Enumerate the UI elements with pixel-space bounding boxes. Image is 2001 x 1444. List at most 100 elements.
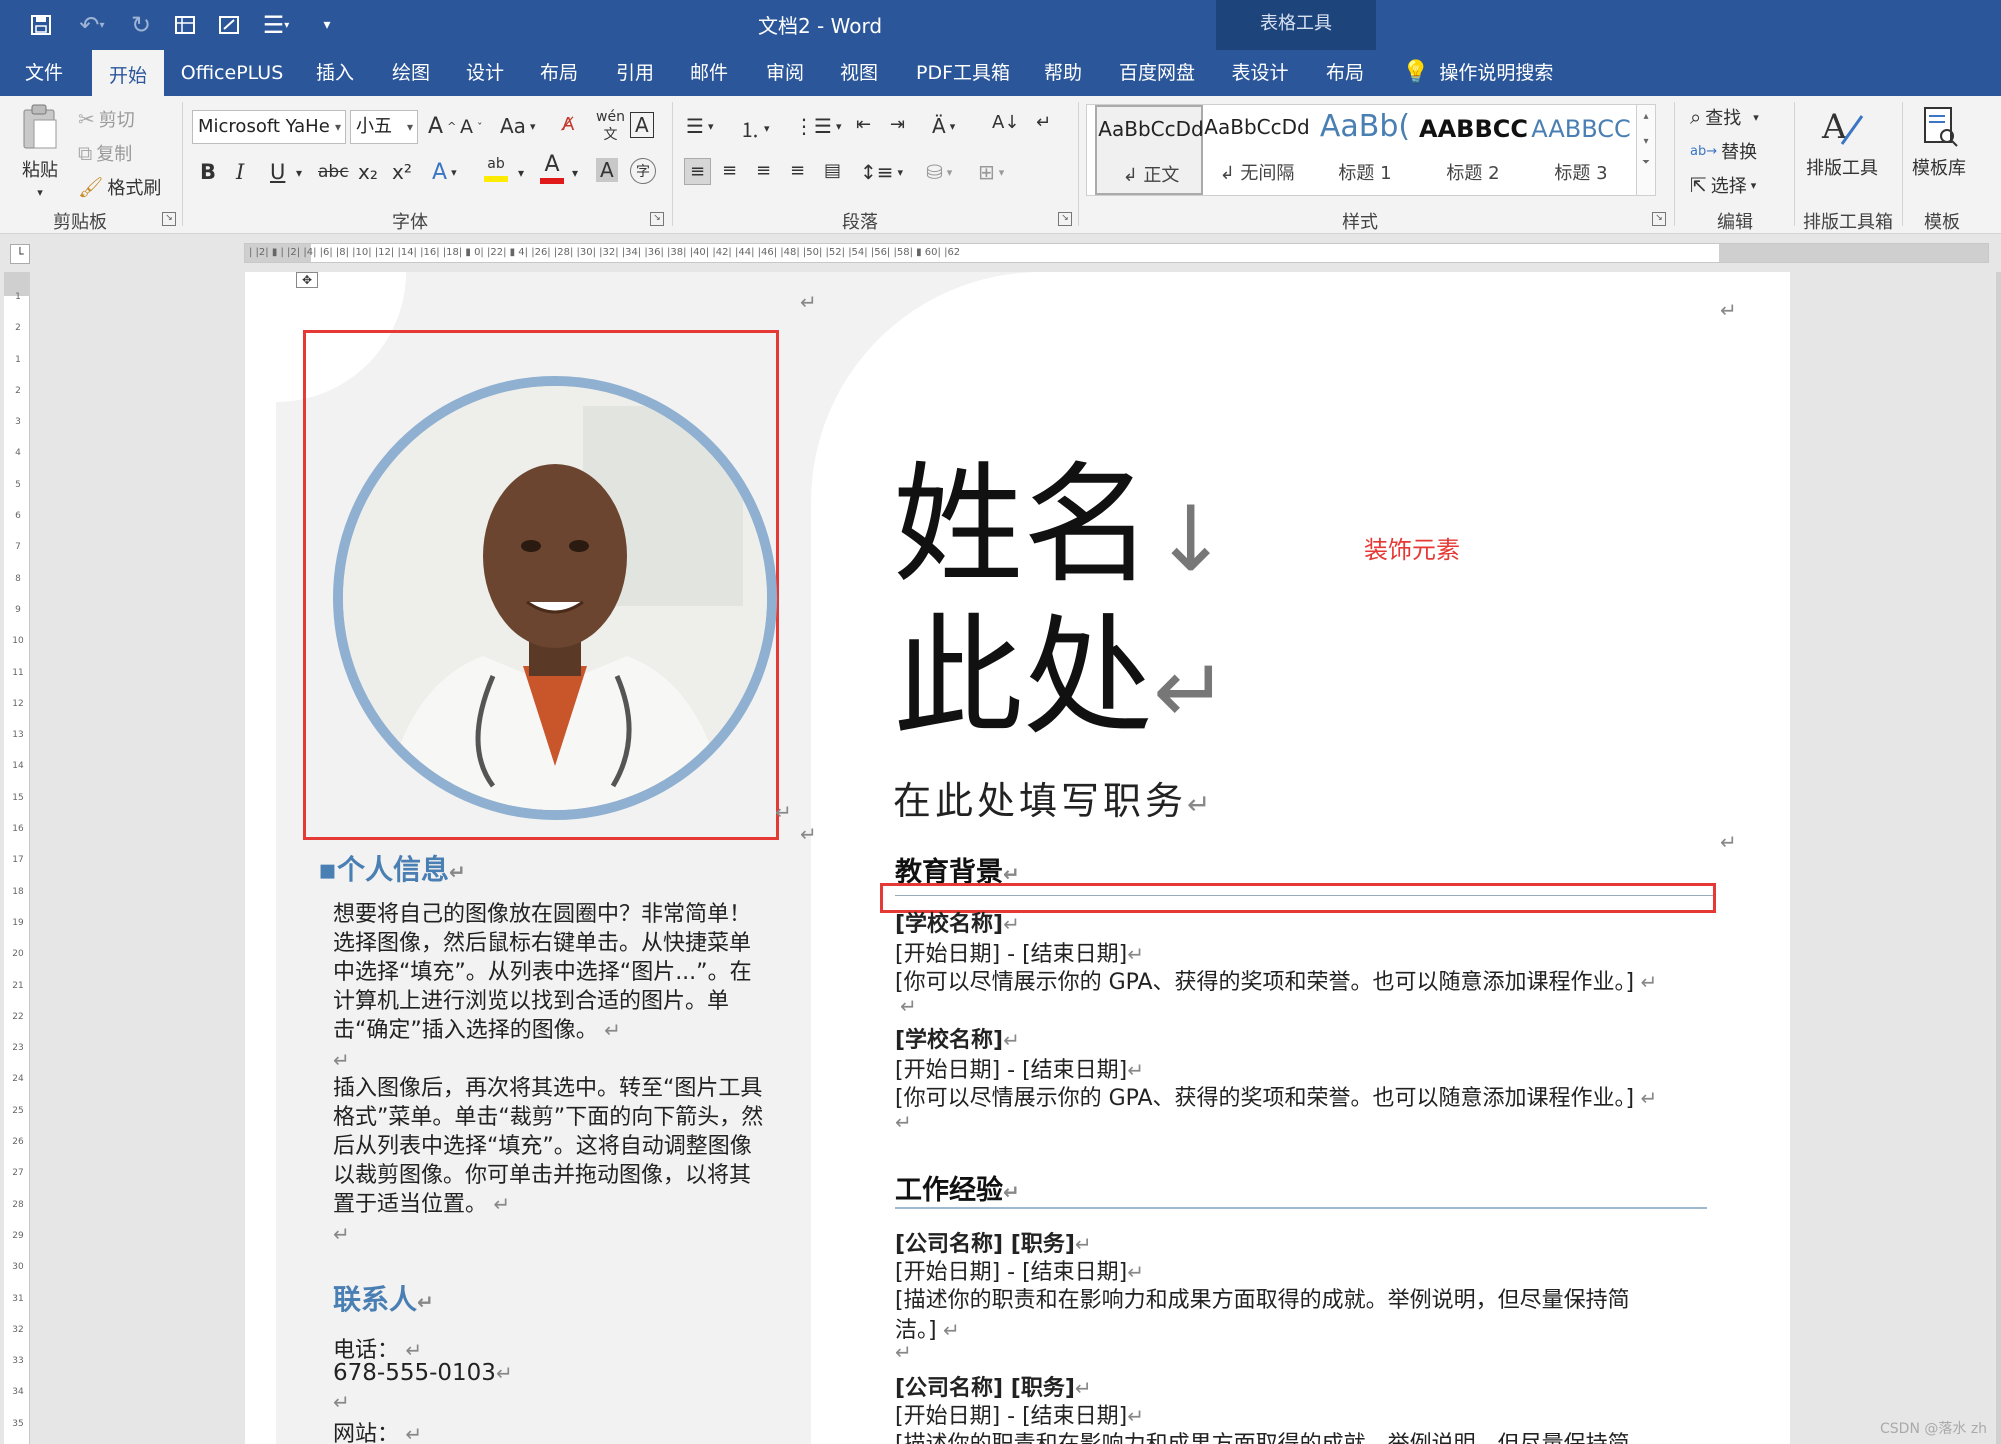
phone-number[interactable]: 678-555-0103↵ <box>333 1360 513 1386</box>
bold-button[interactable]: B <box>200 160 216 184</box>
horizontal-ruler[interactable]: | |2| ▮ | |2| |4| |6| |8| |10| |12| |14|… <box>0 234 2001 272</box>
name-line-2[interactable]: 此处↵ <box>893 612 1228 742</box>
name-line-1[interactable]: 姓名↓ <box>893 460 1228 590</box>
work-2-desc-line-1[interactable]: [描述你的职责和在影响力和成果方面取得的成就。举例说明，但尽量保持简 <box>895 1426 1630 1444</box>
subscript-button[interactable]: x₂ <box>358 160 378 184</box>
paste-button[interactable]: 粘贴 ▾ <box>20 102 60 199</box>
tab-table-layout[interactable]: 布局 <box>1310 50 1380 96</box>
template-library-button[interactable]: 模板库 <box>1912 104 1966 180</box>
character-shading-icon[interactable]: A <box>596 158 618 182</box>
tab-review[interactable]: 审阅 <box>750 50 820 96</box>
tab-baidu-netdisk[interactable]: 百度网盘 <box>1110 50 1204 96</box>
tab-references[interactable]: 引用 <box>600 50 670 96</box>
superscript-button[interactable]: x² <box>392 160 412 184</box>
font-launcher-icon[interactable]: ↘ <box>650 212 664 226</box>
style-heading-2[interactable]: AABBCC 标题 2 <box>1419 105 1527 195</box>
styles-scroll[interactable]: ▴ ▾ ⏷ <box>1636 104 1656 196</box>
clear-formatting-icon[interactable]: A̸ <box>562 114 574 135</box>
work-1-desc-line-1[interactable]: [描述你的职责和在影响力和成果方面取得的成就。举例说明，但尽量保持简 <box>895 1282 1630 1314</box>
align-center-icon[interactable]: ≡ <box>722 160 737 181</box>
font-size-combobox[interactable]: 小五 ▾ <box>350 110 418 144</box>
tab-mailings[interactable]: 邮件 <box>674 50 744 96</box>
tab-home[interactable]: 开始 <box>92 50 164 96</box>
find-button[interactable]: ⌕ 查找 ▾ <box>1690 104 1759 130</box>
shrink-font-button[interactable]: Aˇ <box>460 116 483 138</box>
tell-me-label: 操作说明搜索 <box>1439 62 1554 84</box>
bullets-button[interactable]: ☰ ▾ <box>686 114 713 138</box>
multilevel-list-button[interactable]: ⋮☰ ▾ <box>794 114 841 138</box>
shading-button[interactable]: ⛁ ▾ <box>926 160 952 184</box>
font-color-button[interactable]: A <box>540 154 564 184</box>
layout-tools-button[interactable]: A 排版工具 <box>1806 104 1878 180</box>
tell-me-search[interactable]: 💡 操作说明搜索 <box>1402 50 1553 96</box>
edu-2-desc[interactable]: [你可以尽情展示你的 GPA、获得的奖项和荣誉。也可以随意添加课程作业。] ↵ <box>895 1080 1657 1112</box>
decrease-indent-icon[interactable]: ⇤ <box>856 114 871 135</box>
styles-launcher-icon[interactable]: ↘ <box>1652 212 1666 226</box>
font-name-combobox[interactable]: Microsoft YaHe ▾ <box>192 110 346 144</box>
copy-button[interactable]: ⧉ 复制 <box>78 140 132 166</box>
clipboard-launcher-icon[interactable]: ↘ <box>162 212 176 226</box>
table-icon[interactable] <box>170 8 200 42</box>
enclose-characters-icon[interactable]: 字 <box>630 158 656 184</box>
tab-file[interactable]: 文件 <box>0 50 88 96</box>
tab-design[interactable]: 设计 <box>450 50 520 96</box>
edu-1-school[interactable]: [学校名称]↵ <box>895 906 1020 938</box>
tab-officeplus[interactable]: OfficePLUS <box>172 50 292 96</box>
replace-button[interactable]: ab→ 替换 <box>1690 138 1757 164</box>
style-no-spacing[interactable]: AaBbCcDd ↲ 无间隔 <box>1203 105 1311 195</box>
sort-icon[interactable]: A↓ <box>992 112 1019 133</box>
cut-button[interactable]: ✂ 剪切 <box>78 106 135 132</box>
paragraph-launcher-icon[interactable]: ↘ <box>1058 212 1072 226</box>
increase-indent-icon[interactable]: ⇥ <box>890 114 905 135</box>
distributed-icon[interactable]: ▤ <box>824 160 841 181</box>
vertical-ruler[interactable]: 1 2 1 2 3 4 5 6 7 8 9 10 11 12 13 14 15 16 17 18 19 20 21 22 23 2… <box>4 272 30 1444</box>
change-case-button[interactable]: Aa ▾ <box>500 114 535 138</box>
table-move-handle-icon[interactable]: ✥ <box>296 272 318 288</box>
justify-icon[interactable]: ≡ <box>790 160 805 181</box>
personal-info-paragraph-1[interactable]: 想要将自己的图像放在圆圈中？非常简单！选择图像，然后鼠标右键单击。从快捷菜单中选… <box>333 900 767 1045</box>
align-left-icon[interactable]: ≡ <box>684 158 712 185</box>
tab-layout[interactable]: 布局 <box>524 50 594 96</box>
personal-info-paragraph-2[interactable]: 插入图像后，再次将其选中。转至“图片工具格式”菜单。单击“裁剪”下面的向下箭头，… <box>333 1074 767 1219</box>
vertical-scrollbar[interactable] <box>1996 272 2001 1444</box>
tab-insert[interactable]: 插入 <box>300 50 370 96</box>
highlight-button[interactable]: ab <box>484 156 508 182</box>
form-icon[interactable] <box>214 8 244 42</box>
underline-button[interactable]: U <box>270 160 285 184</box>
style-heading-1[interactable]: AaBb( 标题 1 <box>1311 105 1419 195</box>
tab-draw[interactable]: 绘图 <box>376 50 446 96</box>
italic-button[interactable]: I <box>236 160 244 184</box>
save-icon[interactable] <box>26 8 56 42</box>
edu-1-desc[interactable]: [你可以尽情展示你的 GPA、获得的奖项和荣誉。也可以随意添加课程作业。] ↵ <box>895 964 1657 996</box>
redo-icon[interactable]: ↻ <box>126 8 156 42</box>
tab-selector[interactable]: └ <box>10 244 30 264</box>
chinese-layout-button[interactable]: Ä ▾ <box>932 114 955 138</box>
strikethrough-button[interactable]: abc <box>318 162 349 182</box>
chevron-down-icon[interactable]: ▾ <box>296 166 302 180</box>
align-right-icon[interactable]: ≡ <box>756 160 771 181</box>
select-button[interactable]: ⇱ 选择 ▾ <box>1690 172 1756 198</box>
chevron-down-icon[interactable]: ▾ <box>572 166 578 180</box>
phonetic-guide-icon[interactable]: wén 文 <box>596 110 625 142</box>
style-heading-3[interactable]: AABBCC 标题 3 <box>1527 105 1635 195</box>
line-spacing-button[interactable]: ↕≡ ▾ <box>860 160 903 184</box>
job-title[interactable]: 在此处填写职务↵ <box>893 770 1214 825</box>
customize-qat-icon[interactable]: ▾ <box>312 8 342 42</box>
edu-2-school[interactable]: [学校名称]↵ <box>895 1022 1020 1054</box>
format-painter-button[interactable]: 🖌 格式刷 <box>78 174 161 200</box>
grow-font-button[interactable]: A ^ <box>428 114 456 139</box>
show-marks-icon[interactable]: ↵ <box>1036 112 1051 133</box>
list-level-icon[interactable]: ☰ ▾ <box>252 8 300 42</box>
profile-photo[interactable] <box>333 376 777 820</box>
tab-view[interactable]: 视图 <box>824 50 894 96</box>
chevron-down-icon[interactable]: ▾ <box>518 166 524 180</box>
borders-button[interactable]: ⊞ ▾ <box>978 160 1004 184</box>
text-effects-button[interactable]: A ▾ <box>432 160 457 185</box>
tab-pdf-toolbox[interactable]: PDF工具箱 <box>908 50 1018 96</box>
numbering-button[interactable]: ⒈ ▾ <box>740 114 770 143</box>
undo-icon[interactable]: ↶ ▾ <box>70 8 114 42</box>
tab-help[interactable]: 帮助 <box>1028 50 1098 96</box>
style-normal[interactable]: AaBbCcDd ↲ 正文 <box>1095 105 1204 195</box>
tab-table-design[interactable]: 表设计 <box>1222 50 1298 96</box>
character-border-icon[interactable]: A <box>630 112 654 138</box>
